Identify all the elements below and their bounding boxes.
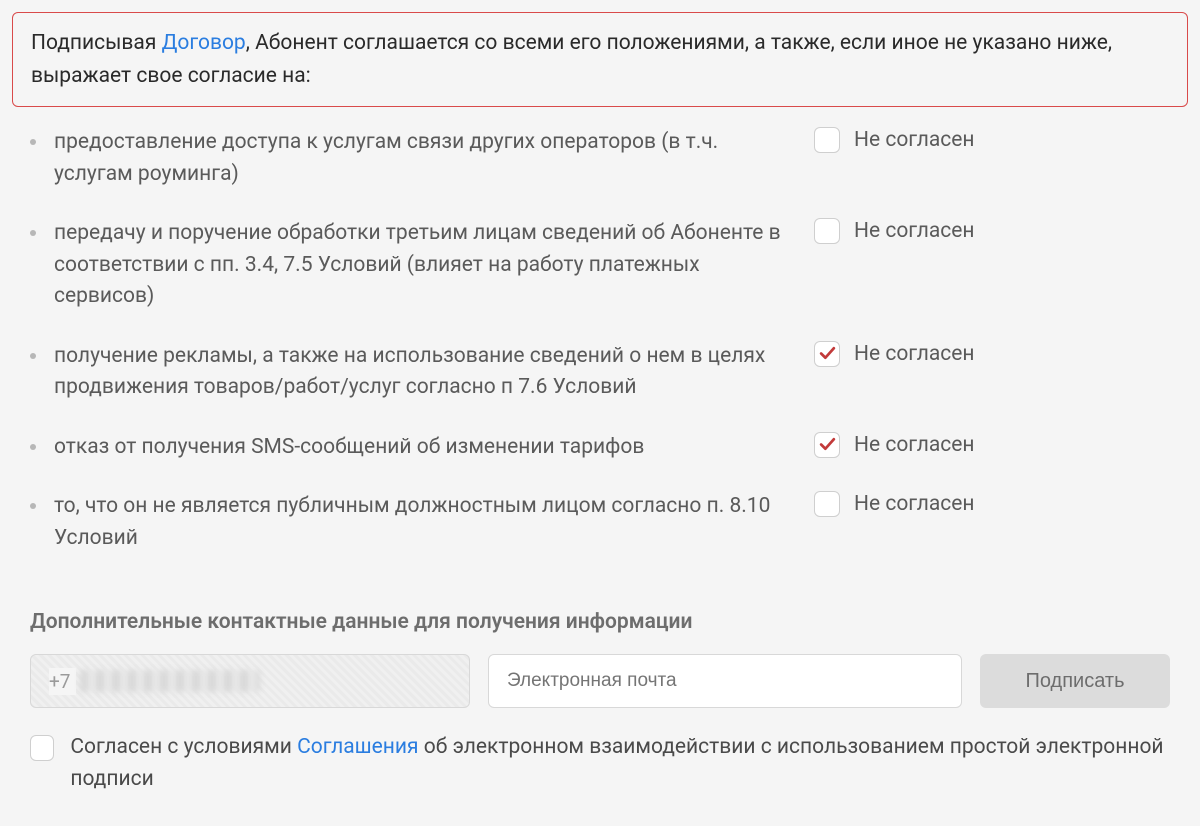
phone-prefix: +7 — [49, 668, 76, 695]
list-item: передачу и поручение обработки третьим л… — [30, 218, 1176, 313]
bullet-icon — [30, 353, 36, 359]
consent-list: предоставление доступа к услугам связи д… — [12, 127, 1188, 592]
disagree-label: Не согласен — [854, 491, 975, 517]
bullet-icon — [30, 503, 36, 509]
agreement-row: Согласен с условиями Соглашения об элект… — [12, 732, 1188, 795]
consent-header-prefix: Подписывая — [31, 31, 162, 55]
agreement-text: Согласен с условиями Соглашения об элект… — [70, 732, 1170, 795]
agreement-checkbox[interactable] — [30, 735, 54, 761]
list-item: отказ от получения SMS-сообщений об изме… — [30, 432, 1176, 464]
consent-text: отказ от получения SMS-сообщений об изме… — [54, 432, 814, 464]
disagree-label: Не согласен — [854, 218, 975, 244]
email-field[interactable] — [488, 654, 962, 708]
disagree-label: Не согласен — [854, 341, 975, 367]
contract-link[interactable]: Договор — [162, 31, 246, 55]
phone-value-redacted — [80, 670, 260, 692]
disagree-checkbox[interactable] — [814, 127, 840, 153]
agreement-link[interactable]: Соглашения — [297, 735, 419, 759]
disagree-checkbox[interactable] — [814, 491, 840, 517]
disagree-checkbox[interactable] — [814, 218, 840, 244]
consent-text: то, что он не является публичным должнос… — [54, 491, 814, 554]
consent-text: получение рекламы, а также на использова… — [54, 341, 814, 404]
list-item: получение рекламы, а также на использова… — [30, 341, 1176, 404]
sign-button[interactable]: Подписать — [980, 654, 1170, 708]
consent-text: предоставление доступа к услугам связи д… — [54, 127, 814, 190]
consent-header-box: Подписывая Договор, Абонент соглашается … — [12, 12, 1188, 107]
disagree-checkbox[interactable] — [814, 341, 840, 367]
contacts-section-title: Дополнительные контактные данные для пол… — [30, 610, 1188, 634]
disagree-label: Не согласен — [854, 432, 975, 458]
disagree-checkbox[interactable] — [814, 432, 840, 458]
agreement-prefix: Согласен с условиями — [70, 735, 297, 759]
phone-field[interactable]: +7 — [30, 654, 470, 708]
disagree-label: Не согласен — [854, 127, 975, 153]
consent-text: передачу и поручение обработки третьим л… — [54, 218, 814, 313]
bullet-icon — [30, 444, 36, 450]
bullet-icon — [30, 139, 36, 145]
bullet-icon — [30, 230, 36, 236]
contacts-form-row: +7 Подписать — [12, 654, 1188, 708]
list-item: то, что он не является публичным должнос… — [30, 491, 1176, 554]
list-item: предоставление доступа к услугам связи д… — [30, 127, 1176, 190]
